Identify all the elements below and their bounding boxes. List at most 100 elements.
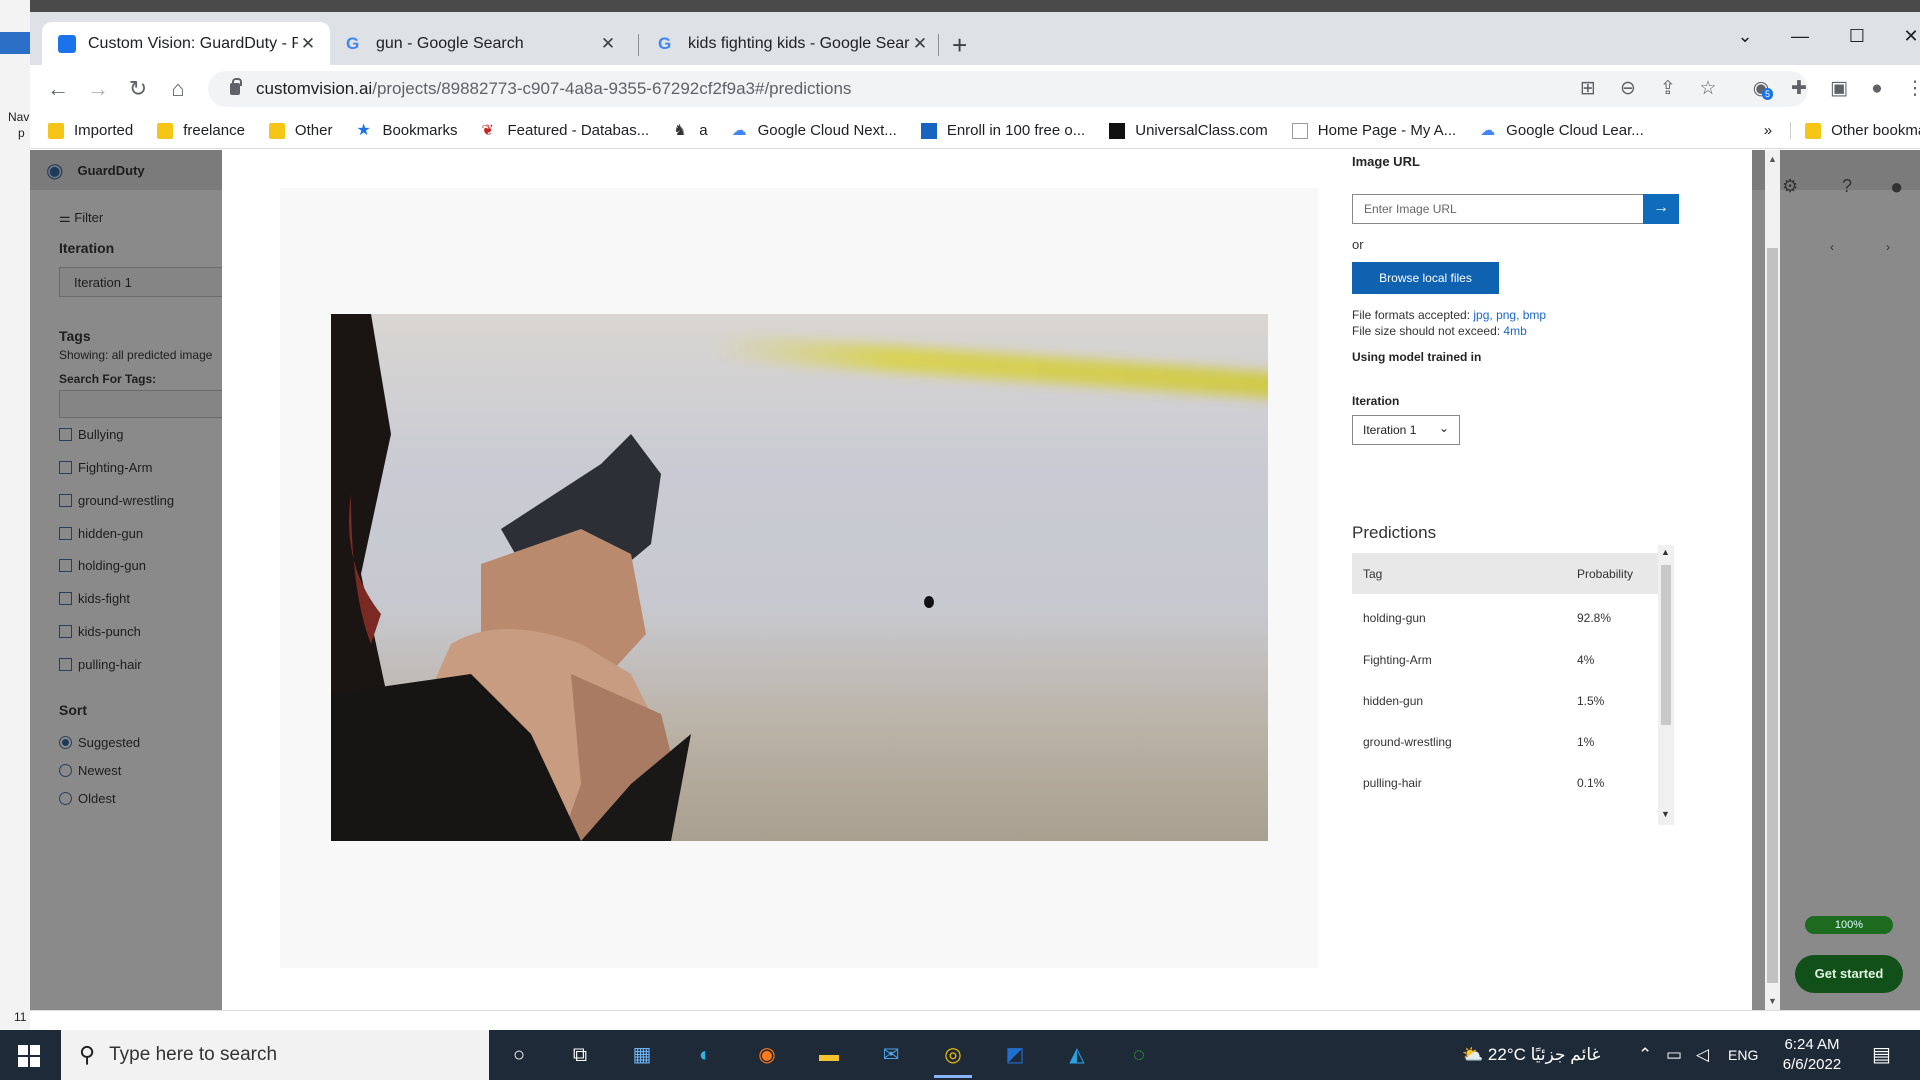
prev-arrow-icon[interactable]: ‹ xyxy=(1830,240,1834,254)
get-started-button[interactable]: Get started xyxy=(1795,955,1903,993)
file-size-text: File size should not exceed: 4mb xyxy=(1352,324,1527,338)
tag-checkbox-ground-wrestling[interactable]: ground-wrestling xyxy=(59,493,174,508)
user-avatar-icon[interactable]: ● xyxy=(1890,174,1903,200)
weather-widget[interactable]: ⛅ 22°C غائم جزئيًا xyxy=(1462,1030,1600,1080)
modal-scrollbar[interactable]: ▲ ▼ xyxy=(1765,150,1780,1010)
close-window-icon[interactable]: ✕ xyxy=(1896,26,1920,47)
bookmarks-overflow-icon[interactable]: » xyxy=(1764,122,1772,139)
settings-gear-icon[interactable]: ⚙ xyxy=(1782,176,1798,197)
tab-search-icon[interactable]: ⌄ xyxy=(1730,26,1760,47)
bookmark-imported[interactable]: Imported xyxy=(48,122,133,139)
close-tab-icon[interactable]: ✕ xyxy=(910,34,930,54)
weather-text: 22°C غائم جزئيًا xyxy=(1487,1045,1601,1064)
close-tab-icon[interactable]: ✕ xyxy=(598,34,618,54)
scroll-up-icon[interactable]: ▲ xyxy=(1768,154,1777,164)
translate-icon[interactable]: ⊞ xyxy=(1575,78,1601,100)
tag-checkbox-pulling-hair[interactable]: pulling-hair xyxy=(59,657,142,672)
search-tags-input[interactable] xyxy=(59,390,229,418)
microsoft-store-icon[interactable]: ▦ xyxy=(627,1042,657,1068)
back-icon[interactable]: ← xyxy=(44,75,72,103)
forward-icon[interactable]: → xyxy=(84,75,112,103)
scroll-up-icon[interactable]: ▲ xyxy=(1661,547,1670,557)
help-icon[interactable]: ? xyxy=(1842,176,1852,197)
task-view-icon[interactable]: ⧉ xyxy=(565,1042,595,1068)
scroll-down-icon[interactable]: ▼ xyxy=(1768,996,1777,1006)
network-icon[interactable]: ▭ xyxy=(1666,1030,1682,1080)
outlook-icon[interactable]: ◩ xyxy=(1000,1042,1030,1068)
cortana-icon[interactable]: ○ xyxy=(504,1042,534,1068)
cloud-icon: ☁ xyxy=(1480,121,1496,139)
predictions-scrollbar[interactable]: ▲ ▼ xyxy=(1658,545,1674,825)
volume-icon[interactable]: ◁ xyxy=(1696,1030,1709,1080)
predictions-title: Predictions xyxy=(1352,523,1437,542)
share-icon[interactable]: ⇪ xyxy=(1655,78,1681,100)
menu-icon[interactable]: ⋮ xyxy=(1902,78,1920,100)
bookmark-label: Google Cloud Next... xyxy=(757,122,897,139)
iteration-select[interactable]: Iteration 1 ⌄ xyxy=(1352,415,1460,445)
taskbar-search-box[interactable]: ⚲ Type here to search xyxy=(61,1030,489,1080)
tab-kids-fighting-search[interactable]: G kids fighting kids - Google Searc ✕ xyxy=(642,22,942,65)
firefox-icon[interactable]: ◉ xyxy=(752,1042,782,1068)
zoom-icon[interactable]: ⊖ xyxy=(1615,78,1641,100)
docker-icon[interactable]: ◭ xyxy=(1062,1042,1092,1068)
bookmark-freelance[interactable]: freelance xyxy=(157,122,245,139)
extension-badge-icon[interactable]: ◉ 5 xyxy=(1748,78,1774,100)
bookmark-a[interactable]: ♞ a xyxy=(673,122,707,139)
home-icon[interactable]: ⌂ xyxy=(164,75,192,103)
bookmark-universalclass[interactable]: UniversalClass.com xyxy=(1109,122,1268,139)
chrome-icon[interactable]: ◎ xyxy=(934,1042,972,1078)
mail-icon[interactable]: ✉ xyxy=(876,1042,906,1068)
file-explorer-icon[interactable]: ▬ xyxy=(814,1042,844,1068)
tag-checkbox-hidden-gun[interactable]: hidden-gun xyxy=(59,526,143,541)
next-arrow-icon[interactable]: › xyxy=(1886,240,1890,254)
bookmark-enroll[interactable]: Enroll in 100 free o... xyxy=(920,122,1085,139)
side-panel-icon[interactable]: ▣ xyxy=(1826,78,1852,100)
tab-gun-search[interactable]: G gun - Google Search ✕ xyxy=(330,22,630,65)
tab-custom-vision[interactable]: Custom Vision: GuardDuty - Pred ✕ xyxy=(42,22,330,65)
modal-scroll-thumb[interactable] xyxy=(1767,248,1778,983)
extensions-puzzle-icon[interactable]: ✚ xyxy=(1786,78,1812,100)
tag-checkbox-fighting-arm[interactable]: Fighting-Arm xyxy=(59,460,152,475)
quick-test-modal: Image URL Enter Image URL → or Browse lo… xyxy=(222,150,1780,1010)
bookmark-bookmarks[interactable]: ★ Bookmarks xyxy=(356,122,457,139)
tag-checkbox-holding-gun[interactable]: holding-gun xyxy=(59,558,146,573)
predictions-scroll-thumb[interactable] xyxy=(1661,565,1671,725)
bookmark-other-bookmarks[interactable]: Other bookmar xyxy=(1790,122,1920,139)
filter-button[interactable]: ⚌ Filter xyxy=(59,210,103,226)
submit-url-arrow-icon[interactable]: → xyxy=(1643,194,1679,224)
new-tab-icon[interactable]: + xyxy=(952,32,967,58)
maximize-icon[interactable]: ☐ xyxy=(1842,26,1872,47)
taskbar-clock[interactable]: 6:24 AM 6/6/2022 xyxy=(1762,1035,1862,1075)
image-url-input[interactable]: Enter Image URL xyxy=(1352,194,1644,224)
tag-checkbox-bullying[interactable]: Bullying xyxy=(59,427,124,442)
scroll-down-icon[interactable]: ▼ xyxy=(1661,809,1670,819)
bookmark-google-cloud-learn[interactable]: ☁ Google Cloud Lear... xyxy=(1480,122,1644,139)
minimize-icon[interactable]: — xyxy=(1785,26,1815,47)
sort-oldest-radio[interactable]: Oldest xyxy=(59,791,116,806)
language-indicator[interactable]: ENG xyxy=(1728,1030,1758,1080)
windows-start-icon[interactable] xyxy=(18,1045,40,1067)
sort-newest-radio[interactable]: Newest xyxy=(59,763,121,778)
reload-icon[interactable]: ↻ xyxy=(124,75,152,103)
close-tab-icon[interactable]: ✕ xyxy=(298,34,318,54)
bookmark-google-cloud-next[interactable]: ☁ Google Cloud Next... xyxy=(732,122,897,139)
notifications-icon[interactable]: ▤ xyxy=(1872,1030,1891,1080)
tag-label: pulling-hair xyxy=(78,657,142,672)
bookmark-star-icon[interactable]: ☆ xyxy=(1695,78,1721,100)
iteration-dropdown[interactable]: Iteration 1 xyxy=(59,267,229,297)
tray-chevron-icon[interactable]: ⌃ xyxy=(1638,1030,1652,1080)
profile-avatar-icon[interactable]: ● xyxy=(1864,78,1890,100)
bookmark-featured-database[interactable]: ❦ Featured - Databas... xyxy=(481,122,649,139)
tag-label: Bullying xyxy=(78,427,124,442)
bookmark-other[interactable]: Other xyxy=(268,122,332,139)
tag-checkbox-kids-fight[interactable]: kids-fight xyxy=(59,591,130,606)
loading-app-icon[interactable]: ◌ xyxy=(1124,1042,1154,1068)
project-name[interactable]: GuardDuty xyxy=(77,163,144,178)
edge-icon[interactable]: ◐ xyxy=(690,1042,720,1068)
sort-suggested-radio[interactable]: Suggested xyxy=(59,735,140,750)
bookmark-home-page[interactable]: Home Page - My A... xyxy=(1291,122,1456,139)
universalclass-icon xyxy=(1109,122,1126,139)
tag-checkbox-kids-punch[interactable]: kids-punch xyxy=(59,624,141,639)
browse-local-files-button[interactable]: Browse local files xyxy=(1352,262,1499,294)
address-bar[interactable]: customvision.ai/projects/89882773-c907-4… xyxy=(208,71,1808,107)
